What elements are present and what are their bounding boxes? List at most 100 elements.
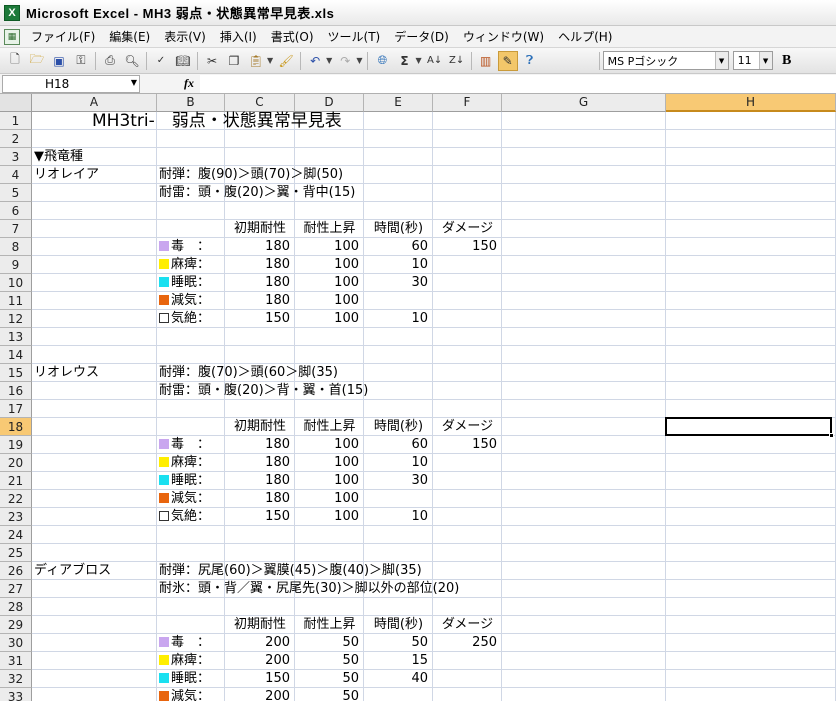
row-header-26[interactable]: 26 — [0, 562, 32, 580]
cell-b12[interactable]: 気絶： — [159, 310, 223, 328]
row-header-29[interactable]: 29 — [0, 616, 32, 634]
cell-e12[interactable]: 10 — [366, 310, 431, 328]
new-file-icon[interactable]: 🗋 — [5, 51, 25, 71]
worksheet-grid[interactable]: A B C D E F G H 1 2 3 4 5 6 7 8 9 10 11 12 13 14 15 16 17 18 19 20 2… — [0, 94, 836, 701]
cell-b26[interactable]: 耐弾：尻尾(60)＞翼膜(45)＞腹(40)＞脚(35) — [159, 562, 422, 580]
undo-dropdown-icon[interactable]: ▼ — [326, 56, 332, 65]
sort-descending-icon[interactable]: Z↓ — [447, 51, 467, 71]
cell-c20[interactable]: 180 — [227, 454, 293, 472]
cell-d10[interactable]: 100 — [297, 274, 362, 292]
row-header-9[interactable]: 9 — [0, 256, 32, 274]
column-header-g[interactable]: G — [502, 94, 666, 112]
cell-b30[interactable]: 毒 ： — [159, 634, 223, 652]
row-header-6[interactable]: 6 — [0, 202, 32, 220]
cell-d22[interactable]: 100 — [297, 490, 362, 508]
cell-e18[interactable]: 時間(秒) — [366, 418, 431, 436]
menu-file[interactable]: ファイル(F) — [24, 27, 102, 47]
cell-c10[interactable]: 180 — [227, 274, 293, 292]
save-icon[interactable]: ▣ — [49, 51, 69, 71]
row-header-13[interactable]: 13 — [0, 328, 32, 346]
redo-icon[interactable]: ↷ — [335, 51, 355, 71]
cut-icon[interactable]: ✂ — [202, 51, 222, 71]
cell-e19[interactable]: 60 — [366, 436, 431, 454]
cell-d32[interactable]: 50 — [297, 670, 362, 688]
cell-b27[interactable]: 耐氷：頭・背／翼・尻尾先(30)＞脚以外の部位(20) — [159, 580, 459, 598]
cell-e20[interactable]: 10 — [366, 454, 431, 472]
chart-wizard-icon[interactable]: ▥ — [476, 51, 496, 71]
fill-handle[interactable] — [829, 433, 834, 438]
cell-c33[interactable]: 200 — [227, 688, 293, 701]
cell-d33[interactable]: 50 — [297, 688, 362, 701]
insert-function-icon[interactable]: fx — [184, 76, 194, 91]
row-header-23[interactable]: 23 — [0, 508, 32, 526]
spelling-icon[interactable]: ✓ — [151, 51, 171, 71]
cell-d23[interactable]: 100 — [297, 508, 362, 526]
cell-b31[interactable]: 麻痺： — [159, 652, 223, 670]
row-header-8[interactable]: 8 — [0, 238, 32, 256]
cell-d11[interactable]: 100 — [297, 292, 362, 310]
cell-a26[interactable]: ディアブロス — [34, 562, 155, 580]
cell-e8[interactable]: 60 — [366, 238, 431, 256]
column-header-f[interactable]: F — [433, 94, 502, 112]
row-header-3[interactable]: 3 — [0, 148, 32, 166]
row-header-22[interactable]: 22 — [0, 490, 32, 508]
cell-b8[interactable]: 毒 ： — [159, 238, 223, 256]
redo-dropdown-icon[interactable]: ▼ — [356, 56, 362, 65]
row-header-24[interactable]: 24 — [0, 526, 32, 544]
cell-e10[interactable]: 30 — [366, 274, 431, 292]
bold-button[interactable]: B — [777, 53, 797, 69]
row-header-7[interactable]: 7 — [0, 220, 32, 238]
row-header-31[interactable]: 31 — [0, 652, 32, 670]
cell-a4[interactable]: リオレイア — [34, 166, 155, 184]
menu-window[interactable]: ウィンドウ(W) — [456, 27, 551, 47]
cell-c7[interactable]: 初期耐性 — [227, 220, 293, 238]
font-name-select[interactable]: MS Pゴシック ▼ — [602, 51, 729, 70]
cell-b4[interactable]: 耐弾：腹(90)＞頭(70)＞脚(50) — [159, 166, 343, 184]
workbook-icon[interactable]: ▦ — [4, 28, 20, 45]
paste-icon[interactable]: 📋︎ — [246, 51, 266, 71]
cell-c29[interactable]: 初期耐性 — [227, 616, 293, 634]
formula-input[interactable] — [200, 74, 836, 93]
row-header-32[interactable]: 32 — [0, 670, 32, 688]
cell-d18[interactable]: 耐性上昇 — [297, 418, 362, 436]
autosum-dropdown-icon[interactable]: ▼ — [415, 56, 421, 65]
font-size-select[interactable]: 11 ▼ — [732, 51, 773, 70]
cell-b32[interactable]: 睡眠： — [159, 670, 223, 688]
row-header-14[interactable]: 14 — [0, 346, 32, 364]
menu-format[interactable]: 書式(O) — [264, 27, 321, 47]
row-header-25[interactable]: 25 — [0, 544, 32, 562]
row-header-28[interactable]: 28 — [0, 598, 32, 616]
drawing-icon[interactable]: ✎ — [497, 50, 518, 71]
cell-d31[interactable]: 50 — [297, 652, 362, 670]
cell-e30[interactable]: 50 — [366, 634, 431, 652]
row-header-33[interactable]: 33 — [0, 688, 32, 701]
row-header-4[interactable]: 4 — [0, 166, 32, 184]
cell-f19[interactable]: 150 — [435, 436, 500, 454]
permission-icon[interactable]: ⚿ — [71, 51, 91, 71]
cell-d8[interactable]: 100 — [297, 238, 362, 256]
cell-c11[interactable]: 180 — [227, 292, 293, 310]
cell-b10[interactable]: 睡眠： — [159, 274, 223, 292]
cell-b22[interactable]: 減気： — [159, 490, 223, 508]
cell-c22[interactable]: 180 — [227, 490, 293, 508]
cell-d12[interactable]: 100 — [297, 310, 362, 328]
name-box[interactable]: H18 ▼ — [2, 74, 140, 93]
cell-d29[interactable]: 耐性上昇 — [297, 616, 362, 634]
row-header-17[interactable]: 17 — [0, 400, 32, 418]
copy-icon[interactable]: ❐ — [224, 51, 244, 71]
row-header-10[interactable]: 10 — [0, 274, 32, 292]
cell-f7[interactable]: ダメージ — [435, 220, 500, 238]
cell-e29[interactable]: 時間(秒) — [366, 616, 431, 634]
print-icon[interactable]: ⎙ — [100, 51, 120, 71]
cell-f8[interactable]: 150 — [435, 238, 500, 256]
menu-help[interactable]: ヘルプ(H) — [551, 27, 619, 47]
cell-b20[interactable]: 麻痺： — [159, 454, 223, 472]
column-header-e[interactable]: E — [364, 94, 433, 112]
row-header-20[interactable]: 20 — [0, 454, 32, 472]
cell-d30[interactable]: 50 — [297, 634, 362, 652]
row-header-30[interactable]: 30 — [0, 634, 32, 652]
row-header-27[interactable]: 27 — [0, 580, 32, 598]
menu-edit[interactable]: 編集(E) — [102, 27, 157, 47]
cell-e7[interactable]: 時間(秒) — [366, 220, 431, 238]
cell-b21[interactable]: 睡眠： — [159, 472, 223, 490]
